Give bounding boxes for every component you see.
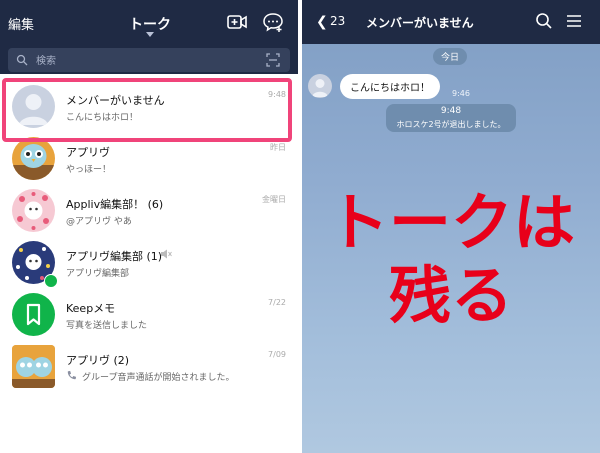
chat-room-panel: ❮ 23 メンバーがいません 今日 こんにちはホロ！ 9:46 9:48 ホロス… bbox=[302, 0, 600, 453]
message-time: 9:46 bbox=[452, 89, 470, 98]
message-bubble[interactable]: こんにちはホロ！ bbox=[340, 74, 440, 99]
group-avatar-icon bbox=[12, 189, 55, 232]
chat-name: Keepメモ bbox=[66, 302, 116, 315]
owl-group-avatar-icon bbox=[12, 345, 55, 388]
talk-tab-title[interactable]: トーク bbox=[120, 14, 180, 34]
chat-name: アプリヴ編集部 (1) bbox=[66, 250, 163, 263]
chat-preview: やっほー！ bbox=[66, 165, 112, 175]
selected-chat-highlight bbox=[2, 78, 292, 142]
overlay-line-2: 残る bbox=[388, 259, 513, 333]
search-input[interactable]: 検索 bbox=[36, 52, 56, 67]
search-bar[interactable]: 検索 bbox=[8, 48, 290, 72]
chevron-down-icon[interactable] bbox=[146, 32, 154, 37]
mute-icon bbox=[161, 249, 172, 259]
chat-row[interactable]: アプリヴ (2) グループ音声通話が開始されました。 7/09 bbox=[0, 340, 298, 392]
online-badge-icon bbox=[44, 274, 58, 288]
search-icon[interactable] bbox=[534, 11, 554, 31]
talk-list-header: 編集 トーク 検索 bbox=[0, 0, 298, 74]
back-arrow-icon[interactable]: ❮ bbox=[316, 14, 328, 30]
chat-row[interactable]: Keepメモ 写真を送信しました 7/22 bbox=[0, 288, 298, 340]
chat-room-header: ❮ 23 メンバーがいません bbox=[302, 0, 600, 44]
chat-time: 昨日 bbox=[270, 143, 286, 152]
owl-avatar-icon bbox=[12, 137, 55, 180]
video-call-add-icon[interactable] bbox=[226, 12, 248, 32]
chat-time: 7/22 bbox=[268, 298, 286, 307]
overlay-caption: トークは 残る bbox=[302, 190, 600, 328]
chat-name: アプリヴ (2) bbox=[66, 354, 130, 367]
chat-time: 金曜日 bbox=[262, 195, 286, 204]
chat-room-title: メンバーがいません bbox=[366, 16, 474, 30]
keep-memo-avatar-icon bbox=[12, 293, 55, 336]
phone-icon bbox=[67, 370, 77, 380]
date-pill: 今日 bbox=[433, 48, 468, 65]
chat-preview: アプリヴ編集部 bbox=[66, 269, 130, 279]
menu-icon[interactable] bbox=[564, 11, 584, 31]
chat-preview: 写真を送信しました bbox=[66, 321, 148, 331]
system-message: 9:48 ホロスケ2号が退出しました。 bbox=[386, 104, 516, 132]
chat-preview: グループ音声通話が開始されました。 bbox=[82, 373, 235, 383]
chat-time: 7/09 bbox=[268, 350, 286, 359]
overlay-line-1: トークは bbox=[326, 186, 575, 259]
system-message-text: ホロスケ2号が退出しました。 bbox=[396, 120, 506, 129]
chat-row[interactable]: Appliv編集部！ (6) @アプリヴ やあ 金曜日 bbox=[0, 184, 298, 236]
default-avatar-icon[interactable] bbox=[308, 74, 332, 98]
screen: 編集 トーク 検索 メンバーがいません こんにちはホロ！ 9:48 アプリヴ や… bbox=[0, 0, 600, 453]
chat-row[interactable]: アプリヴ編集部 (1) アプリヴ編集部 bbox=[0, 236, 298, 288]
edit-button[interactable]: 編集 bbox=[8, 14, 34, 33]
qr-scan-icon[interactable] bbox=[266, 53, 280, 67]
chat-name: アプリヴ bbox=[66, 146, 110, 159]
search-icon bbox=[16, 54, 28, 66]
chat-preview: @アプリヴ やあ bbox=[66, 217, 132, 227]
back-count[interactable]: 23 bbox=[330, 14, 345, 28]
talk-list-panel: 編集 トーク 検索 メンバーがいません こんにちはホロ！ 9:48 アプリヴ や… bbox=[0, 0, 298, 453]
chat-name: Appliv編集部！ (6) bbox=[66, 198, 164, 211]
system-message-time: 9:48 bbox=[440, 106, 462, 116]
new-chat-icon[interactable] bbox=[262, 12, 284, 32]
